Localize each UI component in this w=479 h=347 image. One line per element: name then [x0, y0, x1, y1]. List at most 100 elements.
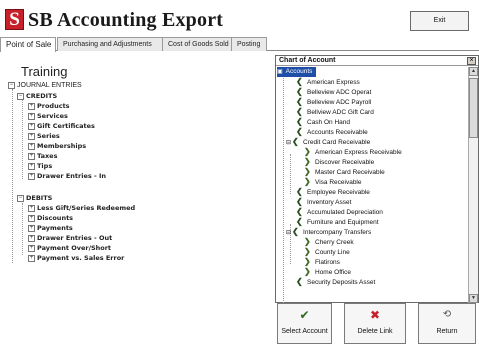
- tree-node-credits[interactable]: − CREDITS: [17, 91, 57, 101]
- delete-x-icon: ✖: [369, 308, 381, 322]
- coa-item[interactable]: ❮ Accounts Receivable: [296, 127, 368, 137]
- tab-purchasing-and-adjustments[interactable]: Purchasing and Adjustments: [57, 37, 163, 51]
- collapse-icon[interactable]: ▣: [277, 69, 283, 75]
- coa-title: Chart of Account: [276, 56, 478, 66]
- coa-scrollbar[interactable]: ▲ ▼: [468, 67, 478, 303]
- chart-of-account-panel: Chart of Account × ▣ Accounts ❮ American E…: [275, 55, 479, 303]
- tab-bar: Point of Sale Purchasing and Adjustments…: [0, 37, 479, 52]
- coa-item[interactable]: ❯ Home Office: [304, 267, 351, 277]
- tab-posting[interactable]: Posting: [231, 37, 267, 51]
- account-icon: ❮: [296, 77, 303, 86]
- collapse-icon[interactable]: −: [17, 194, 24, 202]
- tree-node-series[interactable]: + Series: [28, 131, 60, 141]
- account-icon: ❮: [296, 197, 303, 206]
- collapse-icon[interactable]: ⊟: [286, 140, 291, 146]
- coa-item[interactable]: ❯ Master Card Receivable: [304, 167, 385, 177]
- sub-account-icon: ❯: [304, 157, 311, 166]
- coa-item[interactable]: ❯ Discover Receivable: [304, 157, 374, 167]
- scroll-thumb[interactable]: [469, 78, 478, 138]
- expand-icon[interactable]: +: [28, 162, 35, 170]
- sub-account-icon: ❯: [304, 177, 311, 186]
- tree-node-less-gift-series-redeemed[interactable]: + Less Gift/Series Redeemed: [28, 203, 135, 213]
- expand-icon[interactable]: +: [28, 132, 35, 140]
- return-arrow-icon: ⟲: [442, 309, 452, 320]
- close-icon[interactable]: ×: [467, 57, 476, 65]
- collapse-icon[interactable]: −: [17, 92, 24, 100]
- sub-account-icon: ❯: [304, 237, 311, 246]
- coa-item[interactable]: ❮ Bellview ADC Gift Card: [296, 107, 374, 117]
- expand-icon[interactable]: +: [28, 254, 35, 262]
- coa-item[interactable]: ❮ Belleview ADC Payroll: [296, 97, 371, 107]
- tree-node-payment-vs-sales-error[interactable]: + Payment vs. Sales Error: [28, 253, 124, 263]
- expand-icon[interactable]: +: [28, 244, 35, 252]
- tree-node-taxes[interactable]: + Taxes: [28, 151, 57, 161]
- expand-icon[interactable]: +: [28, 112, 35, 120]
- coa-item[interactable]: ❯ Visa Receivable: [304, 177, 362, 187]
- expand-icon[interactable]: +: [28, 152, 35, 160]
- expand-icon[interactable]: +: [28, 224, 35, 232]
- expand-icon[interactable]: +: [28, 204, 35, 212]
- coa-item[interactable]: ❮ Accumulated Depreciation: [296, 207, 383, 217]
- sub-account-icon: ❯: [304, 257, 311, 266]
- coa-item[interactable]: ❮ Belleview ADC Operat: [296, 87, 371, 97]
- coa-tree: ▣ Accounts ❮ American Express ❮ Belleview A…: [276, 67, 468, 303]
- coa-item[interactable]: ❯ Cherry Creek: [304, 237, 354, 247]
- collapse-icon[interactable]: ⊟: [286, 230, 291, 236]
- expand-icon[interactable]: +: [28, 172, 35, 180]
- tree-node-services[interactable]: + Services: [28, 111, 68, 121]
- select-account-button[interactable]: ✔ Select Account: [277, 303, 332, 344]
- coa-item[interactable]: ⊟❮ Intercompany Transfers: [286, 227, 371, 237]
- checkmark-icon: ✔: [299, 308, 310, 322]
- account-icon: ❮: [296, 187, 303, 196]
- account-icon: ❮: [292, 137, 299, 146]
- coa-item[interactable]: ⊟❮ Credit Card Receivable: [286, 137, 370, 147]
- coa-item[interactable]: ❯ American Express Receivable: [304, 147, 402, 157]
- account-icon: ❮: [296, 87, 303, 96]
- coa-item[interactable]: ❮ Inventory Asset: [296, 197, 351, 207]
- tab-point-of-sale[interactable]: Point of Sale: [0, 37, 56, 52]
- expand-icon[interactable]: +: [28, 122, 35, 130]
- tree-node-discounts[interactable]: + Discounts: [28, 213, 73, 223]
- coa-item[interactable]: ❯ County Line: [304, 247, 350, 257]
- tree-node-payments[interactable]: + Payments: [28, 223, 73, 233]
- exit-button[interactable]: Exit: [410, 11, 469, 31]
- account-icon: ❮: [296, 117, 303, 126]
- tree-node-tips[interactable]: + Tips: [28, 161, 52, 171]
- expand-icon[interactable]: +: [28, 234, 35, 242]
- coa-item-accounts[interactable]: ▣ Accounts: [277, 67, 317, 77]
- scroll-down-icon[interactable]: ▼: [469, 294, 478, 303]
- expand-icon[interactable]: +: [28, 214, 35, 222]
- account-icon: ❮: [292, 227, 299, 236]
- tab-cost-of-goods-sold[interactable]: Cost of Goods Sold: [162, 37, 232, 51]
- app-title: SB Accounting Export: [28, 9, 224, 31]
- account-icon: ❮: [296, 107, 303, 116]
- sub-account-icon: ❯: [304, 247, 311, 256]
- coa-item[interactable]: ❮ Employee Receivable: [296, 187, 370, 197]
- expand-icon[interactable]: +: [28, 102, 35, 110]
- tree-node-debits[interactable]: − DEBITS: [17, 193, 52, 203]
- sub-account-icon: ❯: [304, 147, 311, 156]
- tree-node-drawer-entries-out[interactable]: + Drawer Entries - Out: [28, 233, 112, 243]
- account-icon: ❮: [296, 217, 303, 226]
- return-button[interactable]: ⟲ Return: [418, 303, 476, 344]
- coa-item[interactable]: ❮ Furniture and Equipment: [296, 217, 379, 227]
- tree-node-payment-over-short[interactable]: + Payment Over/Short: [28, 243, 111, 253]
- collapse-icon[interactable]: −: [8, 81, 15, 89]
- coa-item[interactable]: ❮ American Express: [296, 77, 360, 87]
- delete-link-button[interactable]: ✖ Delete Link: [344, 303, 406, 344]
- coa-item[interactable]: ❮ Cash On Hand: [296, 117, 350, 127]
- tree-node-memberships[interactable]: + Memberships: [28, 141, 86, 151]
- tree-node-products[interactable]: + Products: [28, 101, 70, 111]
- tree-node-drawer-entries-in[interactable]: + Drawer Entries - In: [28, 171, 106, 181]
- coa-item[interactable]: ❮ Security Deposits Asset: [296, 277, 375, 287]
- expand-icon[interactable]: +: [28, 142, 35, 150]
- coa-item[interactable]: ❯ Flatirons: [304, 257, 340, 267]
- account-icon: ❮: [296, 207, 303, 216]
- account-icon: ❮: [296, 97, 303, 106]
- tree-node-gift-certificates[interactable]: + Gift Certificates: [28, 121, 95, 131]
- scroll-up-icon[interactable]: ▲: [469, 67, 478, 76]
- tree-node-journal-entries[interactable]: − JOURNAL ENTRIES: [8, 81, 82, 91]
- account-icon: ❮: [296, 127, 303, 136]
- account-icon: ❮: [296, 277, 303, 286]
- sub-account-icon: ❯: [304, 167, 311, 176]
